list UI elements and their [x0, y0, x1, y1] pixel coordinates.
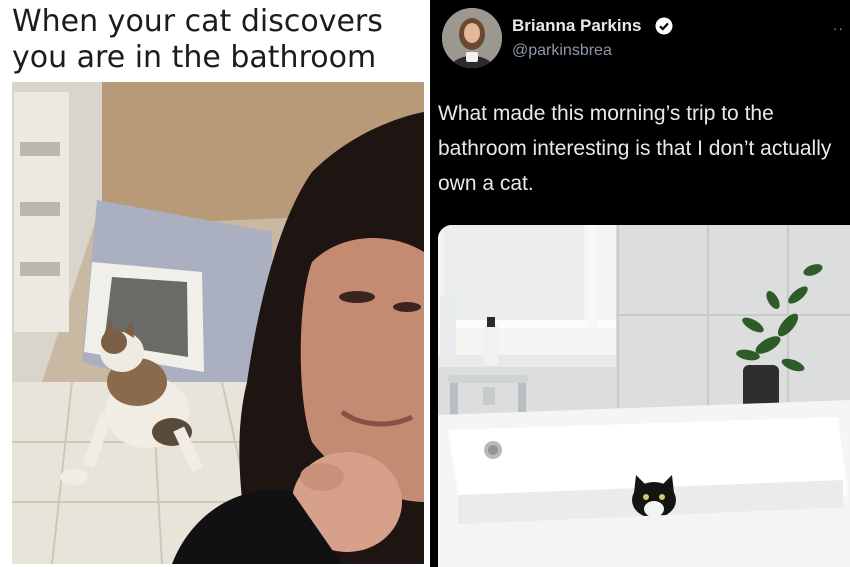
meme-caption-line-1: When your cat discovers — [12, 4, 383, 39]
author-name[interactable]: Brianna Parkins — [512, 16, 641, 36]
tweet-header: Brianna Parkins @parkinsbrea ·· — [430, 0, 850, 90]
tweet-photo[interactable] — [438, 225, 850, 567]
meme-photo — [12, 82, 424, 564]
tweet-panel: Brianna Parkins @parkinsbrea ·· What mad… — [430, 0, 850, 567]
avatar[interactable] — [442, 8, 502, 68]
verified-badge-icon — [655, 17, 673, 35]
meme-caption: When your cat discovers you are in the b… — [12, 4, 417, 76]
meme-caption-line-2: you are in the bathroom — [12, 40, 377, 75]
tweet-text: What made this morning’s trip to the bat… — [438, 102, 832, 195]
author-handle[interactable]: @parkinsbrea — [512, 42, 612, 60]
more-options-icon[interactable]: ·· — [833, 20, 844, 36]
meme-panel: When your cat discovers you are in the b… — [0, 0, 426, 567]
